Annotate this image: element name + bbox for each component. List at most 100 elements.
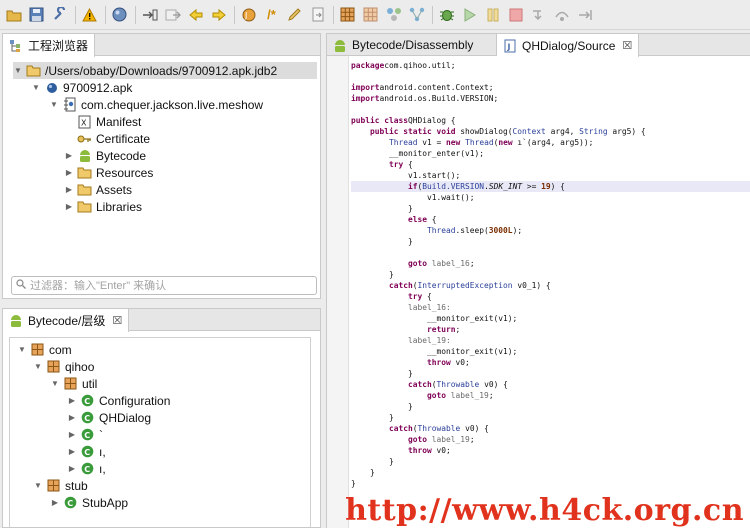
graph-icon[interactable]: [407, 5, 426, 24]
code-line[interactable]: goto label_16;: [351, 258, 750, 269]
code-line[interactable]: importandroid.content.Context;: [351, 82, 750, 93]
code-line[interactable]: packagecom.qihoo.util;: [351, 60, 750, 71]
code-line[interactable]: public static void showDialog(Context ar…: [351, 126, 750, 137]
code-line[interactable]: [351, 104, 750, 115]
step-return-icon[interactable]: [575, 5, 594, 24]
expand-toggle-icon[interactable]: ▶: [64, 202, 74, 212]
tab-qhdialog-source[interactable]: J QHDialog/Source ☒: [497, 34, 640, 57]
expand-toggle-icon[interactable]: ▼: [33, 362, 43, 372]
expand-toggle-icon[interactable]: ▼: [13, 66, 23, 76]
code-line[interactable]: public classQHDialog {: [351, 115, 750, 126]
expand-toggle-icon[interactable]: ▶: [64, 151, 74, 161]
expand-toggle-icon[interactable]: ▶: [67, 413, 77, 423]
code-line[interactable]: catch(InterruptedException v0_1) {: [351, 280, 750, 291]
expand-toggle-icon[interactable]: ▼: [33, 481, 43, 491]
tree-item-apk[interactable]: ▼ 9700912.apk: [31, 79, 132, 96]
tree-item-class-stubapp[interactable]: ▶ C StubApp: [50, 494, 128, 511]
export-icon[interactable]: [308, 5, 327, 24]
code-line[interactable]: }: [351, 368, 750, 379]
tree-item-manifest[interactable]: X Manifest: [64, 113, 141, 130]
tree-item-class-qhdialog[interactable]: ▶ C QHDialog: [67, 409, 151, 426]
tree-item-bytecode[interactable]: ▶ Bytecode: [64, 147, 146, 164]
code-line[interactable]: }: [351, 478, 750, 489]
code-line[interactable]: v1.start();: [351, 170, 750, 181]
code-line[interactable]: catch(Throwable v0) {: [351, 379, 750, 390]
expand-toggle-icon[interactable]: ▶: [64, 168, 74, 178]
jump-to-icon[interactable]: [140, 5, 159, 24]
code-line[interactable]: return;: [351, 324, 750, 335]
filter-input[interactable]: [30, 279, 310, 292]
pause-icon[interactable]: [483, 5, 502, 24]
tree-item-resources[interactable]: ▶ Resources: [64, 164, 153, 181]
expand-toggle-icon[interactable]: ▼: [49, 100, 59, 110]
nodes-icon[interactable]: [384, 5, 403, 24]
code-line[interactable]: __monitor_exit(v1);: [351, 313, 750, 324]
tree-item-assets[interactable]: ▶ Assets: [64, 181, 132, 198]
stop-icon[interactable]: [506, 5, 525, 24]
expand-toggle-icon[interactable]: ▶: [50, 498, 60, 508]
code-line[interactable]: goto label_19;: [351, 434, 750, 445]
code-line[interactable]: }: [351, 236, 750, 247]
code-line[interactable]: importandroid.os.Build.VERSION;: [351, 93, 750, 104]
comment-icon[interactable]: /*: [262, 5, 281, 24]
tree-item-pkg-qihoo[interactable]: ▼ qihoo: [33, 358, 94, 375]
code-line[interactable]: }: [351, 269, 750, 280]
code-line[interactable]: goto label_19;: [351, 390, 750, 401]
grid-icon[interactable]: [338, 5, 357, 24]
run-icon[interactable]: [460, 5, 479, 24]
expand-toggle-icon[interactable]: ▶: [64, 185, 74, 195]
code-line[interactable]: else {: [351, 214, 750, 225]
tree-item-jdb2-project[interactable]: ▼ /Users/obaby/Downloads/9700912.apk.jdb…: [13, 62, 317, 79]
expand-toggle-icon[interactable]: ▼: [17, 345, 27, 355]
globe-icon[interactable]: [110, 5, 129, 24]
code-line[interactable]: [351, 71, 750, 82]
code-line[interactable]: if(Build.VERSION.SDK_INT >= 19) {: [351, 181, 750, 192]
decompile-icon[interactable]: J: [239, 5, 258, 24]
wrench-icon[interactable]: [50, 5, 69, 24]
tree-item-package[interactable]: ▼ com.chequer.jackson.live.meshow: [49, 96, 263, 113]
code-line[interactable]: label_19:: [351, 335, 750, 346]
close-icon[interactable]: ☒: [622, 39, 632, 52]
close-icon[interactable]: ☒: [112, 314, 122, 327]
pencil-icon[interactable]: [285, 5, 304, 24]
code-line[interactable]: try {: [351, 291, 750, 302]
expand-toggle-icon[interactable]: ▶: [67, 464, 77, 474]
step-over-icon[interactable]: [552, 5, 571, 24]
debug-bug-icon[interactable]: [437, 5, 456, 24]
code-line[interactable]: v1.wait();: [351, 192, 750, 203]
tree-item-class-obfuscated-3[interactable]: ▶ C ı,: [67, 460, 106, 477]
tree-item-pkg-stub[interactable]: ▼ stub: [33, 477, 88, 494]
source-code-view[interactable]: packagecom.qihoo.util; importandroid.cont…: [351, 60, 750, 528]
tree-item-class-obfuscated-2[interactable]: ▶ C ı,: [67, 443, 106, 460]
grid-alt-icon[interactable]: [361, 5, 380, 24]
code-line[interactable]: }: [351, 456, 750, 467]
code-line[interactable]: Thread v1 = new Thread(new ı`(arg4, arg5…: [351, 137, 750, 148]
step-into-icon[interactable]: [529, 5, 548, 24]
expand-toggle-icon[interactable]: ▼: [50, 379, 60, 389]
tree-item-pkg-util[interactable]: ▼ util: [50, 375, 97, 392]
parse-icon[interactable]: [163, 5, 182, 24]
code-line[interactable]: __monitor_enter(v1);: [351, 148, 750, 159]
tree-item-pkg-com[interactable]: ▼ com: [17, 341, 72, 358]
code-line[interactable]: catch(Throwable v0) {: [351, 423, 750, 434]
tree-item-class-obfuscated-1[interactable]: ▶ C `: [67, 426, 103, 443]
code-line[interactable]: label_16:: [351, 302, 750, 313]
code-line[interactable]: throw v0;: [351, 445, 750, 456]
save-icon[interactable]: [27, 5, 46, 24]
open-folder-icon[interactable]: [4, 5, 23, 24]
code-line[interactable]: __monitor_exit(v1);: [351, 346, 750, 357]
tab-project-explorer[interactable]: 工程浏览器: [3, 34, 96, 57]
code-line[interactable]: }: [351, 467, 750, 478]
expand-toggle-icon[interactable]: ▼: [31, 83, 41, 93]
code-line[interactable]: Thread.sleep(3000L);: [351, 225, 750, 236]
expand-toggle-icon[interactable]: ▶: [67, 430, 77, 440]
tab-bytecode-disassembly[interactable]: Bytecode/Disassembly: [327, 34, 497, 56]
back-arrow-icon[interactable]: [186, 5, 205, 24]
code-line[interactable]: throw v0;: [351, 357, 750, 368]
tree-item-class-configuration[interactable]: ▶ C Configuration: [67, 392, 170, 409]
code-line[interactable]: }: [351, 412, 750, 423]
code-line[interactable]: [351, 247, 750, 258]
code-line[interactable]: }: [351, 401, 750, 412]
warning-icon[interactable]: [80, 5, 99, 24]
tree-item-certificate[interactable]: Certificate: [64, 130, 150, 147]
